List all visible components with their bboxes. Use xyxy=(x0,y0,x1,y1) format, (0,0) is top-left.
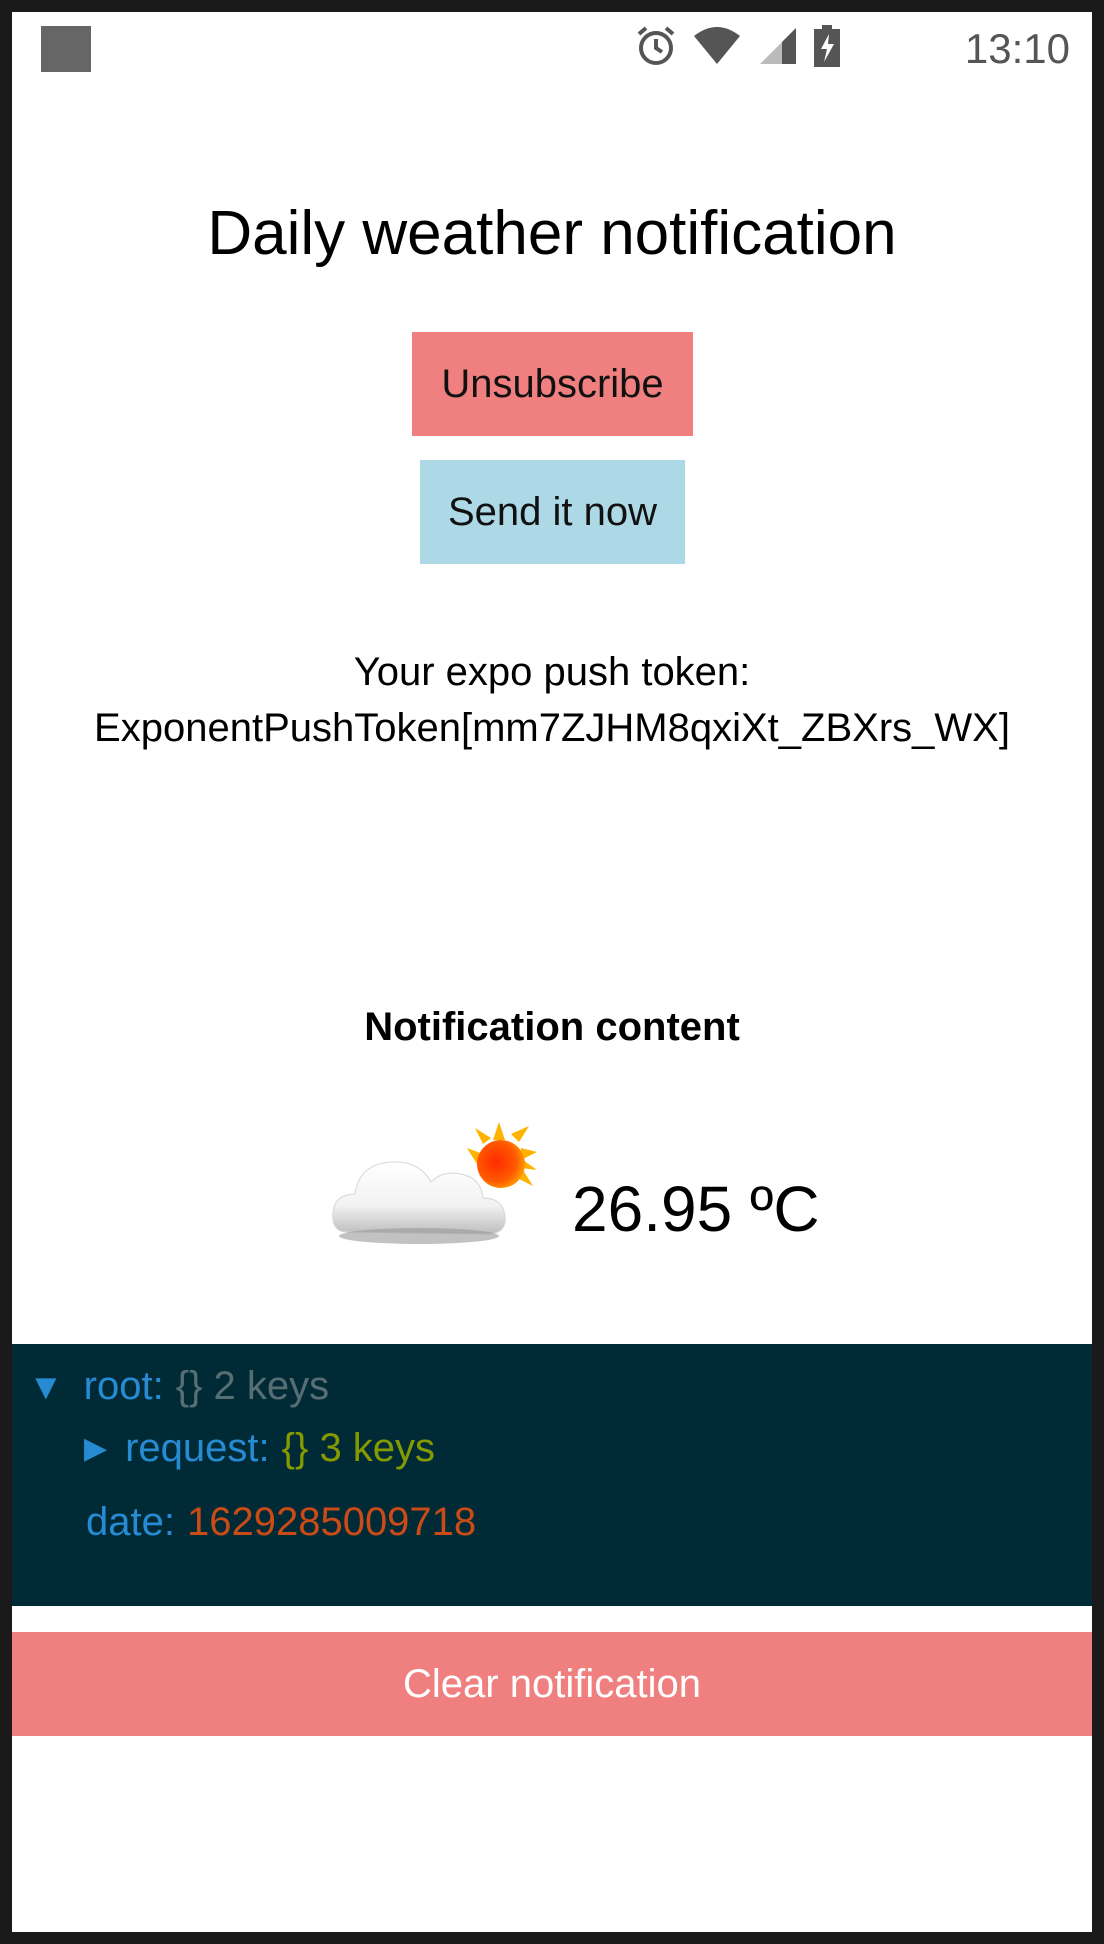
json-request-key: request: xyxy=(125,1426,270,1470)
json-root-row[interactable]: ▼ root: {} 2 keys xyxy=(28,1364,329,1409)
app-notification-icon xyxy=(41,26,91,72)
json-root-meta: {} 2 keys xyxy=(175,1364,330,1408)
status-icons xyxy=(634,24,842,68)
push-token-value: ExponentPushToken[mm7ZJHM8qxiXt_ZBXrs_WX… xyxy=(94,706,1010,750)
status-bar: 13:10 xyxy=(12,12,1092,84)
status-time: 13:10 xyxy=(964,25,1070,72)
collapse-arrow-icon[interactable]: ▼ xyxy=(28,1366,64,1408)
push-token-label: Your expo push token: xyxy=(353,650,751,694)
notification-heading: Notification content xyxy=(364,1005,740,1049)
clear-notification-button[interactable]: Clear notification xyxy=(12,1632,1092,1736)
battery-charging-icon xyxy=(814,25,840,67)
alarm-icon xyxy=(637,26,675,65)
json-date-row: date: 1629285009718 xyxy=(86,1500,476,1545)
json-request-meta: {} 3 keys xyxy=(281,1426,436,1470)
json-date-value: 1629285009718 xyxy=(186,1500,477,1544)
json-viewer: ▼ root: {} 2 keys ▶ request: {} 3 keys d… xyxy=(12,1344,1092,1606)
json-request-row[interactable]: ▶ request: {} 3 keys xyxy=(84,1426,435,1471)
temperature-value: 26.95 ºC xyxy=(572,1173,820,1245)
expand-arrow-icon[interactable]: ▶ xyxy=(84,1431,107,1466)
unsubscribe-button[interactable]: Unsubscribe xyxy=(412,332,693,436)
page-title: Daily weather notification xyxy=(207,199,897,268)
partly-cloudy-icon xyxy=(332,1122,537,1244)
app-screen: 13:10 Daily weather notification Unsubsc… xyxy=(12,12,1092,1932)
json-root-key: root: xyxy=(83,1364,164,1408)
json-date-key: date: xyxy=(86,1500,175,1544)
send-now-button[interactable]: Send it now xyxy=(420,460,685,564)
cellular-signal-icon xyxy=(760,28,796,64)
wifi-icon xyxy=(694,27,740,64)
